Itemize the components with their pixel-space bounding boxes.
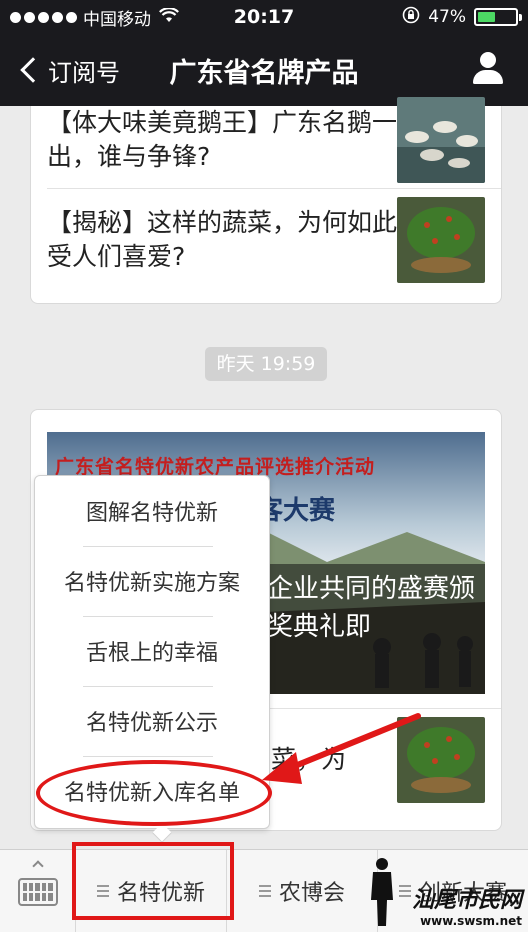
divider — [47, 188, 501, 189]
top-bar: 中国移动 20:17 47% 订阅号 广东省名牌产品 — [0, 0, 528, 106]
battery-icon — [474, 8, 522, 26]
menu-item-illustrated[interactable]: 图解名特优新 — [35, 476, 269, 546]
rotation-lock-icon — [402, 6, 420, 28]
watermark-url: www.swsm.net — [420, 914, 522, 928]
wifi-icon — [159, 6, 179, 28]
chevron-left-icon — [20, 57, 46, 83]
battery-percent: 47% — [428, 7, 466, 27]
menu-pointer — [152, 823, 172, 843]
geese-thumbnail — [397, 97, 485, 183]
banner-caption: 企业共同的盛赛颁奖典礼即 — [267, 574, 476, 642]
chevron-up-icon — [32, 860, 44, 872]
profile-icon[interactable] — [472, 52, 504, 86]
vegetable-thumbnail — [397, 197, 485, 283]
menu-item-happiness[interactable]: 舌根上的幸福 — [35, 616, 269, 686]
highlight-box — [72, 842, 234, 920]
menu-item-implementation-plan[interactable]: 名特优新实施方案 — [35, 546, 269, 616]
tab-label: 农博会 — [278, 881, 345, 906]
article-title: 【体大味美竟鹅王】广东名鹅一出，谁与争锋? — [47, 108, 398, 171]
article-title: 【揭秘】这样的蔬菜，为何如此受人们喜爱? — [47, 208, 398, 271]
nav-bar: 订阅号 广东省名牌产品 — [0, 34, 528, 106]
menu-tab-expo[interactable]: 农博会 — [227, 850, 378, 932]
keyboard-toggle[interactable] — [0, 850, 76, 932]
vegetable-thumbnail — [397, 717, 485, 803]
watermark: 汕尾市民网 www.swsm.net — [412, 882, 522, 928]
person-silhouette-icon — [371, 858, 393, 926]
carrier-name: 中国移动 — [83, 9, 151, 30]
watermark-logo: 汕尾市民网 — [411, 887, 522, 913]
message-timestamp: 昨天 19:59 — [205, 347, 327, 381]
status-bar: 中国移动 20:17 47% — [0, 0, 528, 34]
menu-lines-icon — [258, 885, 271, 897]
menu-lines-icon — [398, 885, 411, 897]
signal-icon — [10, 11, 77, 23]
list-item[interactable]: 【揭秘】这样的蔬菜，为何如此受人们喜爱? — [31, 190, 501, 290]
back-button[interactable]: 订阅号 — [0, 53, 120, 88]
keyboard-icon — [17, 877, 58, 906]
list-item[interactable]: 【体大味美竟鹅王】广东名鹅一出，谁与争锋? — [31, 97, 501, 188]
menu-item-public-notice[interactable]: 名特优新公示 — [35, 686, 269, 756]
highlight-ellipse — [36, 760, 272, 826]
article-card: 【体大味美竟鹅王】广东名鹅一出，谁与争锋? 【揭秘】这样的蔬菜，为何如此受人们喜… — [30, 97, 502, 304]
back-label: 订阅号 — [48, 58, 120, 87]
